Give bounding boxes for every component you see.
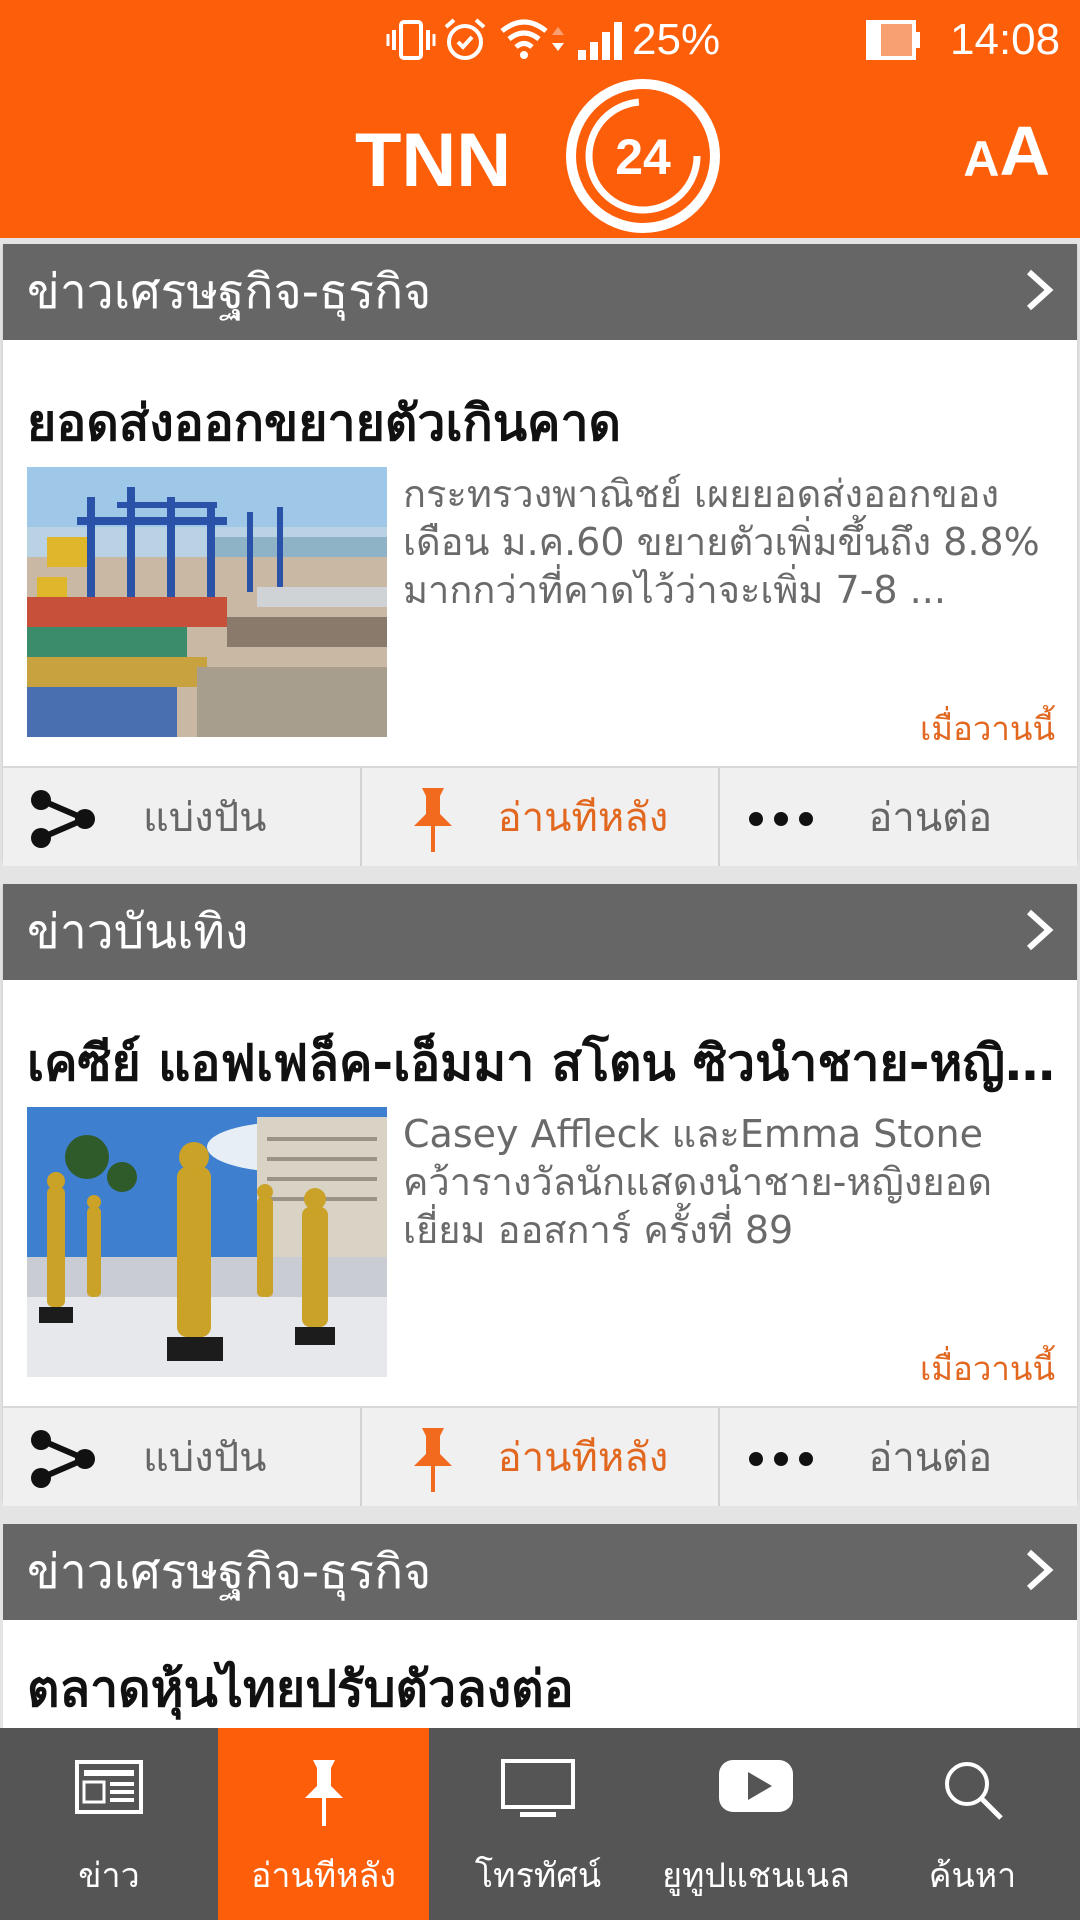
share-icon — [31, 790, 95, 848]
status-bar: 25% 14:08 — [0, 0, 1080, 80]
vibrate-icon — [386, 0, 436, 80]
nav-read-later[interactable]: อ่านทีหลัง — [218, 1728, 429, 1920]
read-more-label: อ่านต่อ — [868, 795, 993, 841]
wifi-icon — [498, 0, 568, 80]
nav-news[interactable]: ข่าว — [0, 1728, 218, 1920]
battery-percent: 25% — [632, 15, 721, 64]
youtube-icon — [719, 1760, 793, 1812]
nav-youtube-label: ยูทูปแชนเนล — [662, 1856, 850, 1896]
category-label: ข่าวบันเทิง — [27, 904, 249, 960]
read-later-button[interactable]: อ่านทีหลัง — [362, 1408, 721, 1506]
news-card: ข่าวบันเทิง เคซีย์ แอฟเฟล็ค-เอ็มมา สโตน … — [3, 884, 1077, 1506]
clock-time: 14:08 — [950, 15, 1061, 64]
tv-icon — [501, 1759, 575, 1817]
read-more-button[interactable]: อ่านต่อ — [720, 768, 1077, 866]
read-more-button[interactable]: อ่านต่อ — [720, 1408, 1077, 1506]
news-card: ข่าวเศรษฐกิจ-ธุรกิจ ตลาดหุ้นไทยปรับตัวลง… — [3, 1524, 1077, 1728]
pin-icon — [304, 1760, 343, 1826]
logo-text: TNN — [355, 118, 511, 203]
card-actions: แบ่งปัน อ่านทีหลัง อ่านต่อ — [3, 1406, 1077, 1506]
font-size-small-label: A — [963, 131, 1000, 187]
nav-search[interactable]: ค้นหา — [865, 1728, 1080, 1920]
article-title[interactable]: ยอดส่งออกขยายตัวเกินคาด — [27, 384, 1067, 463]
card-actions: แบ่งปัน อ่านทีหลัง อ่านต่อ — [3, 766, 1077, 866]
category-header[interactable]: ข่าวบันเทิง — [3, 884, 1077, 980]
nav-tv-label: โทรทัศน์ — [474, 1856, 602, 1896]
chevron-right-icon — [1026, 269, 1054, 311]
read-later-label: อ่านทีหลัง — [497, 795, 669, 841]
share-button[interactable]: แบ่งปัน — [3, 1408, 362, 1506]
search-icon — [944, 1762, 1003, 1820]
bottom-navigation: ข่าว อ่านทีหลัง โทรทัศน์ ยูทูปแชนเนล ค้น… — [0, 1728, 1080, 1920]
category-header[interactable]: ข่าวเศรษฐกิจ-ธุรกิจ — [3, 244, 1077, 340]
tnn24-logo: TNN 24 — [355, 76, 725, 236]
chevron-right-icon — [1026, 1549, 1054, 1591]
read-later-button[interactable]: อ่านทีหลัง — [362, 768, 721, 866]
category-label: ข่าวเศรษฐกิจ-ธุรกิจ — [27, 1544, 432, 1600]
category-label: ข่าวเศรษฐกิจ-ธุรกิจ — [27, 264, 432, 320]
article-summary: กระทรวงพาณิชย์ เผยยอดส่งออกของเดือน ม.ค.… — [403, 472, 1040, 612]
logo-number: 24 — [615, 129, 671, 185]
article-title[interactable]: ตลาดหุ้นไทยปรับตัวลงต่อ — [27, 1650, 1067, 1729]
nav-youtube[interactable]: ยูทูปแชนเนล — [647, 1728, 865, 1920]
article-image[interactable] — [27, 467, 387, 737]
category-header[interactable]: ข่าวเศรษฐกิจ-ธุรกิจ — [3, 1524, 1077, 1620]
nav-search-label: ค้นหา — [928, 1856, 1017, 1896]
read-more-label: อ่านต่อ — [868, 1435, 993, 1481]
nav-news-label: ข่าว — [78, 1856, 140, 1896]
font-size-button[interactable]: A A — [963, 112, 1050, 190]
font-size-big-label: A — [999, 112, 1050, 190]
nav-tv[interactable]: โทรทัศน์ — [429, 1728, 647, 1920]
app-header: 25% 14:08 TNN 24 A A — [0, 0, 1080, 238]
alarm-icon — [442, 0, 488, 80]
article-summary: Casey Affleck และEmma Stone คว้ารางวัลนั… — [403, 1112, 993, 1252]
news-card: ข่าวเศรษฐกิจ-ธุรกิจ ยอดส่งออกขยายตัวเกิน… — [3, 244, 1077, 866]
read-later-label: อ่านทีหลัง — [497, 1435, 669, 1481]
article-title[interactable]: เคซีย์ แอฟเฟล็ค-เอ็มมา สโตน ซิวนำชาย-หญิ… — [27, 1024, 1067, 1103]
pin-icon — [413, 1428, 452, 1492]
article-time: เมื่อวานนี้ — [919, 709, 1055, 748]
share-label: แบ่งปัน — [143, 1435, 267, 1481]
pin-icon — [413, 788, 452, 852]
nav-read-later-label: อ่านทีหลัง — [250, 1856, 396, 1896]
more-dots-icon — [749, 1452, 814, 1466]
article-image[interactable] — [27, 1107, 387, 1377]
signal-icon — [576, 0, 628, 80]
battery-icon — [866, 0, 924, 80]
newspaper-icon — [75, 1760, 143, 1814]
more-dots-icon — [749, 812, 814, 826]
article-time: เมื่อวานนี้ — [919, 1349, 1055, 1388]
share-label: แบ่งปัน — [143, 795, 267, 841]
share-button[interactable]: แบ่งปัน — [3, 768, 362, 866]
chevron-right-icon — [1026, 909, 1054, 951]
share-icon — [31, 1430, 95, 1488]
